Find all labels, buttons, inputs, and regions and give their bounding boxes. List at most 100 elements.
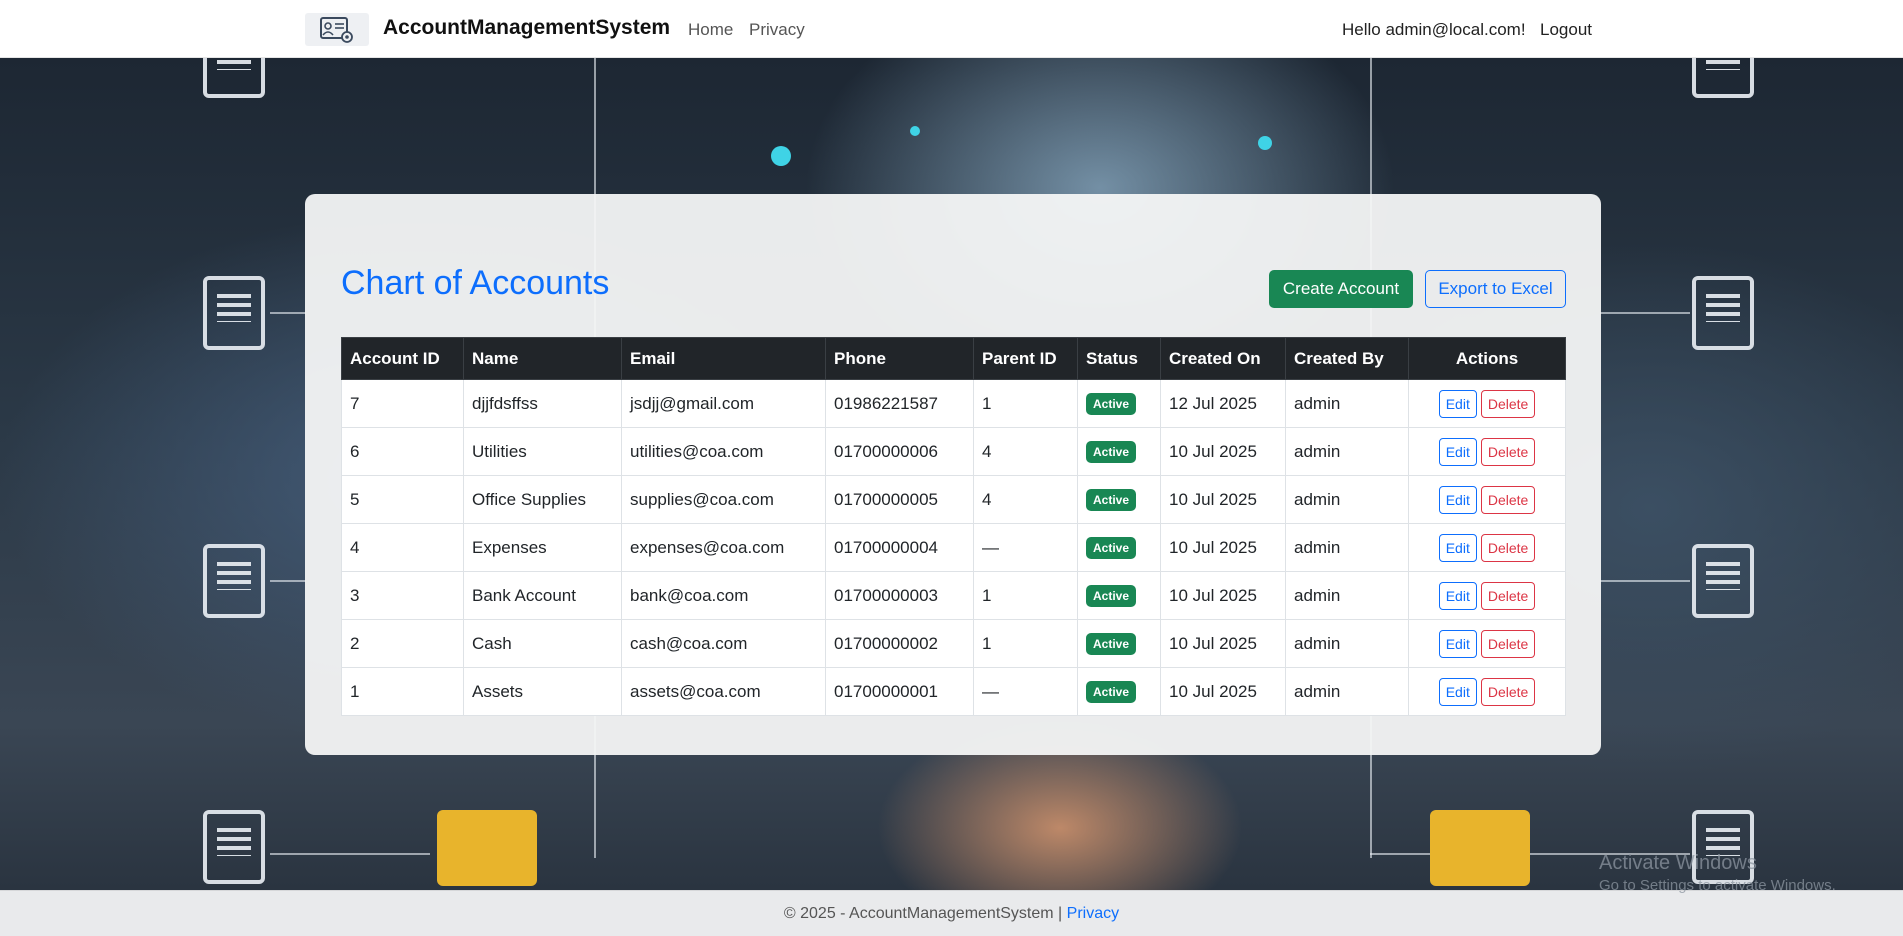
status-cell: Active: [1077, 571, 1161, 620]
parent-id-cell: 1: [973, 379, 1078, 428]
column-header: Created On: [1160, 337, 1286, 380]
logout-link[interactable]: Logout: [1540, 20, 1592, 40]
delete-button[interactable]: Delete: [1480, 485, 1536, 514]
document-icon: [203, 58, 265, 98]
column-header: Account ID: [341, 337, 464, 380]
status-badge: Active: [1086, 392, 1137, 415]
created-on-cell: 10 Jul 2025: [1160, 523, 1286, 572]
export-excel-button[interactable]: Export to Excel: [1425, 270, 1566, 308]
delete-button[interactable]: Delete: [1480, 581, 1536, 610]
account-id-cell: 1: [341, 667, 464, 716]
phone-cell: 01700000005: [825, 475, 974, 524]
edit-button[interactable]: Edit: [1438, 629, 1477, 658]
status-badge: Active: [1086, 488, 1137, 511]
created-on-cell: 10 Jul 2025: [1160, 667, 1286, 716]
created-on-cell: 10 Jul 2025: [1160, 571, 1286, 620]
nav-home-link[interactable]: Home: [688, 20, 733, 40]
parent-id-cell: 4: [973, 427, 1078, 476]
document-icon: [1692, 544, 1754, 618]
edit-button[interactable]: Edit: [1438, 533, 1477, 562]
account-id-cell: 7: [341, 379, 464, 428]
created-by-cell: admin: [1285, 475, 1409, 524]
created-by-cell: admin: [1285, 379, 1409, 428]
status-badge: Active: [1086, 440, 1137, 463]
name-cell: Assets: [463, 667, 622, 716]
table-row: 5 Office Supplies supplies@coa.com 01700000…: [341, 475, 1566, 524]
account-id-cell: 2: [341, 619, 464, 668]
name-cell: Expenses: [463, 523, 622, 572]
email-cell: bank@coa.com: [621, 571, 826, 620]
top-navbar: AccountManagementSystem Home Privacy Hel…: [0, 0, 1903, 58]
created-on-cell: 10 Jul 2025: [1160, 619, 1286, 668]
edit-button[interactable]: Edit: [1438, 437, 1477, 466]
actions-cell: Edit Delete: [1408, 667, 1566, 716]
created-by-cell: admin: [1285, 571, 1409, 620]
brand-link[interactable]: AccountManagementSystem: [383, 16, 670, 40]
status-cell: Active: [1077, 379, 1161, 428]
account-settings-icon[interactable]: [305, 13, 369, 46]
created-by-cell: admin: [1285, 619, 1409, 668]
status-badge: Active: [1086, 680, 1137, 703]
name-cell: Utilities: [463, 427, 622, 476]
edit-button[interactable]: Edit: [1438, 677, 1477, 706]
column-header: Created By: [1285, 337, 1409, 380]
accounts-table: Account ID Name Email Phone Parent ID St…: [341, 337, 1566, 716]
parent-id-cell: 1: [973, 571, 1078, 620]
footer-privacy-link[interactable]: Privacy: [1067, 905, 1119, 922]
user-greeting: Hello admin@local.com!: [1342, 20, 1526, 39]
parent-id-cell: 1: [973, 619, 1078, 668]
delete-button[interactable]: Delete: [1480, 389, 1536, 418]
document-icon: [1692, 276, 1754, 350]
name-cell: Cash: [463, 619, 622, 668]
name-cell: Office Supplies: [463, 475, 622, 524]
created-by-cell: admin: [1285, 427, 1409, 476]
delete-button[interactable]: Delete: [1480, 437, 1536, 466]
status-cell: Active: [1077, 523, 1161, 572]
watermark-title: Activate Windows: [1599, 852, 1757, 874]
table-row: 4 Expenses expenses@coa.com 01700000004— Act…: [341, 523, 1566, 572]
folder-icon: [437, 810, 537, 886]
parent-id-cell: 4: [973, 475, 1078, 524]
phone-cell: 01700000004: [825, 523, 974, 572]
delete-button[interactable]: Delete: [1480, 629, 1536, 658]
email-cell: utilities@coa.com: [621, 427, 826, 476]
phone-cell: 01986221587: [825, 379, 974, 428]
nav-privacy-link[interactable]: Privacy: [749, 20, 805, 40]
delete-button[interactable]: Delete: [1480, 533, 1536, 562]
table-row: 1 Assets assets@coa.com 01700000001— Active 1…: [341, 667, 1566, 716]
document-icon: [1692, 58, 1754, 98]
accounts-card: Chart of Accounts Create Account Export …: [305, 194, 1601, 755]
column-header: Name: [463, 337, 622, 380]
phone-cell: 01700000003: [825, 571, 974, 620]
table-row: 2 Cash cash@coa.com 01700000002 1 Active 10 Ju…: [341, 619, 1566, 668]
created-on-cell: 10 Jul 2025: [1160, 427, 1286, 476]
phone-cell: 01700000001: [825, 667, 974, 716]
footer-copyright: © 2025 - AccountManagementSystem |: [783, 905, 1063, 922]
document-icon: [203, 544, 265, 618]
email-cell: jsdjj@gmail.com: [621, 379, 826, 428]
created-by-cell: admin: [1285, 523, 1409, 572]
edit-button[interactable]: Edit: [1438, 581, 1477, 610]
table-row: 6 Utilities utilities@coa.com 01700000006 4 A…: [341, 427, 1566, 476]
status-badge: Active: [1086, 584, 1137, 607]
actions-cell: Edit Delete: [1408, 523, 1566, 572]
parent-id-cell: —: [973, 523, 1078, 572]
delete-button[interactable]: Delete: [1480, 677, 1536, 706]
email-cell: cash@coa.com: [621, 619, 826, 668]
email-cell: supplies@coa.com: [621, 475, 826, 524]
edit-button[interactable]: Edit: [1438, 389, 1477, 418]
email-cell: assets@coa.com: [621, 667, 826, 716]
watermark-subtitle: Go to Settings to activate Windows.: [1599, 877, 1836, 894]
status-badge: Active: [1086, 632, 1137, 655]
account-id-cell: 4: [341, 523, 464, 572]
actions-cell: Edit Delete: [1408, 427, 1566, 476]
table-header-row: Account ID Name Email Phone Parent ID St…: [341, 337, 1566, 380]
email-cell: expenses@coa.com: [621, 523, 826, 572]
edit-button[interactable]: Edit: [1438, 485, 1477, 514]
account-id-cell: 5: [341, 475, 464, 524]
windows-activation-watermark: Activate Windows Go to Settings to activ…: [1599, 852, 1836, 894]
created-by-cell: admin: [1285, 667, 1409, 716]
create-account-button[interactable]: Create Account: [1269, 270, 1413, 308]
table-row: 3 Bank Account bank@coa.com 01700000003 1 Act…: [341, 571, 1566, 620]
name-cell: Bank Account: [463, 571, 622, 620]
